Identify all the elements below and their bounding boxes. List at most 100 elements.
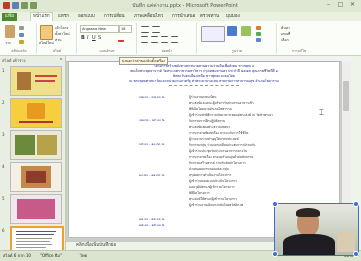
font-color-icon[interactable] (118, 36, 124, 42)
pane-close-button[interactable]: x (60, 57, 62, 61)
font-size-box[interactable]: 18 (119, 25, 132, 33)
webcam-overlay[interactable] (274, 203, 359, 256)
bullets-icon[interactable] (141, 26, 149, 33)
schedule-time: ๐๙.๐๐ - ๑๐.๓๐ น. (139, 142, 165, 146)
tab-transitions[interactable]: การเปลี่ยน (104, 13, 125, 21)
underline-button[interactable]: U (92, 35, 96, 41)
justify-icon[interactable] (171, 36, 178, 43)
powerpoint-logo-icon (3, 2, 10, 9)
new-slide-label: สไลด์ใหม่ (39, 41, 54, 45)
schedule-item: กิจกรรมการฝึกปฏิบัติธรรม (189, 119, 226, 123)
select-button[interactable]: เลือก (281, 37, 289, 43)
tab-insert[interactable]: แทรก (58, 13, 69, 21)
slide-thumbnail[interactable]: 2 (2, 98, 62, 128)
schedule-item: การบรรยายพิเศษเรื่อง ธรรมะกับการใช้ชีวิต (189, 131, 249, 135)
undo-icon[interactable] (21, 2, 28, 9)
slide-thumbnail[interactable]: 4 (2, 162, 62, 192)
window-title: บันทึก แค่ค่างาน.pptx - Microsoft PowerP… (132, 3, 238, 9)
schedule-item: ผู้เข้าร่วมประชุมรับประทานอาหารกลางวัน (189, 149, 247, 153)
schedule-item: กิจกรรมกลุ่ม ร่วมแลกเปลี่ยนประสบการณ์ร่ว… (189, 143, 256, 147)
tab-file[interactable]: แฟ้ม (2, 13, 18, 21)
cut-icon[interactable] (19, 26, 24, 30)
notes-pane[interactable]: คลิกเพื่อเพิ่มบันทึกย่อ (66, 242, 276, 250)
paste-icon[interactable] (5, 25, 15, 38)
quick-styles-icon[interactable] (241, 26, 251, 36)
presenter-shirt (283, 234, 335, 255)
schedule-item: นำเสนอผลงานของแต่ละกลุ่ม (189, 167, 229, 171)
background-object (337, 232, 355, 252)
thumbnail-number: 4 (2, 164, 5, 169)
schedule-item: ผู้เข้าร่วมตอบแบบประเมินโครงการ (189, 179, 237, 183)
schedule-item: ผู้ร่วมงานลงทะเบียน (189, 95, 217, 99)
clipboard-group-label: คลิปบอร์ด (11, 49, 27, 53)
thumbnail-image (10, 162, 62, 192)
align-left-icon[interactable] (141, 36, 148, 43)
presenter-hair (296, 208, 320, 217)
resize-handle[interactable] (272, 201, 278, 207)
pane-tabs[interactable]: สไลด์ เค้าร่าง (2, 57, 25, 64)
copy-icon[interactable] (19, 33, 24, 37)
close-button[interactable]: ✕ (348, 1, 357, 9)
drawing-group: รูปวาด (198, 23, 277, 54)
new-slide-icon[interactable] (40, 25, 53, 40)
schedule-item: ผู้ร่วมงานร่วมทำบุญใส่บาตรพระสงฆ์ (189, 137, 239, 141)
redo-icon[interactable] (30, 2, 37, 9)
scroll-thumb[interactable] (343, 81, 349, 111)
section-button[interactable]: ส่วน (55, 37, 62, 43)
shape-effects-icon[interactable] (256, 38, 261, 42)
thumbnail-number: 3 (2, 132, 5, 137)
slide-thumbnail[interactable]: 3 (2, 130, 62, 160)
schedule-time: ๐๗.๐๐ - ๐๘.๐๐ น. (139, 95, 165, 99)
tab-animations[interactable]: ภาพเคลื่อนไหว (134, 13, 163, 21)
editing-group: ค้นหา แทนที่ เลือก การแก้ไข (278, 23, 320, 54)
maximize-button[interactable]: □ (336, 1, 345, 9)
schedule-time: ๑๐.๓๐ - ๑๑.๓๐ น. (139, 173, 165, 177)
window-controls: – □ ✕ (324, 1, 357, 9)
thumbnail-number: 1 (2, 68, 5, 73)
drawing-group-label: รูปวาด (231, 49, 243, 53)
shapes-gallery-icon[interactable] (201, 26, 225, 42)
slide-heading: ณ พระพุทธศาสนาวัดและหน่วยงานภาครัฐ ท่าพร… (129, 79, 279, 83)
tab-slideshow[interactable]: การนำเสนอ (172, 13, 195, 21)
schedule-item: สรุปผลการดำเนินงานโครงการ (189, 173, 232, 177)
italic-button[interactable]: I (87, 35, 88, 41)
numbering-icon[interactable] (152, 26, 160, 33)
tab-home[interactable]: หน้าแรก (30, 12, 53, 21)
align-center-icon[interactable] (151, 36, 158, 43)
arrange-icon[interactable] (227, 26, 237, 36)
resize-handle[interactable] (353, 201, 359, 207)
resize-handle[interactable] (272, 251, 278, 257)
slide-thumbnail[interactable]: 1 (2, 66, 62, 96)
strikethrough-button[interactable]: S (98, 35, 101, 41)
tab-review[interactable]: ตรวจทาน (200, 13, 219, 21)
align-right-icon[interactable] (161, 36, 168, 43)
bold-button[interactable]: B (81, 35, 85, 41)
shape-fill-icon[interactable] (256, 26, 261, 30)
tab-view[interactable]: มุมมอง (226, 13, 240, 21)
tab-design[interactable]: ออกแบบ (78, 13, 95, 21)
tooltip: บ่งบอกว่าค่าของฉันตั้งเครื่อง (119, 57, 168, 65)
font-name-box[interactable]: Angsana New (80, 25, 119, 33)
format-painter-icon[interactable] (19, 40, 24, 44)
schedule-item: พระสงฆ์แสดงพระธรรมเทศนา (189, 125, 231, 129)
slide-thumbnail[interactable]: 5 (2, 194, 62, 224)
minimize-button[interactable]: – (324, 1, 333, 9)
paragraph-group-label: ย่อหน้า (161, 49, 173, 53)
schedule-item: พิธีเปิดโดยนายอำเภอโพธาราม (189, 107, 232, 111)
save-icon[interactable] (12, 2, 19, 9)
thumbnail-number: 2 (2, 100, 5, 105)
resize-handle[interactable] (353, 251, 359, 257)
schedule-time: ๑๓.๐๐ - ๑๔.๐๐ น. (139, 217, 165, 221)
schedule-item: ผู้เข้าร่วมทำพิธีถวายภัตตาหารเพลแด่พระสง… (189, 113, 274, 117)
slides-group-label: สไลด์ (52, 49, 62, 53)
shape-outline-icon[interactable] (256, 32, 261, 36)
thumbnail-image (10, 98, 62, 128)
paragraph-group: ย่อหน้า (138, 23, 197, 54)
thumbnail-number: 6 (2, 228, 5, 233)
schedule-item: กิจกรรมสร้างสรรค์ ร่วมกันจัดทำโครงการ (189, 161, 246, 165)
font-group-label: แบบอักษร (99, 49, 115, 53)
title-bar: บันทึก แค่ค่างาน.pptx - Microsoft PowerP… (0, 0, 361, 12)
thumbnail-number: 5 (2, 196, 5, 201)
editing-group-label: การแก้ไข (291, 49, 307, 53)
schedule-item: ผู้เข้าร่วมงานเดินทางกลับโดยสวัสดิภาพ (189, 203, 244, 207)
